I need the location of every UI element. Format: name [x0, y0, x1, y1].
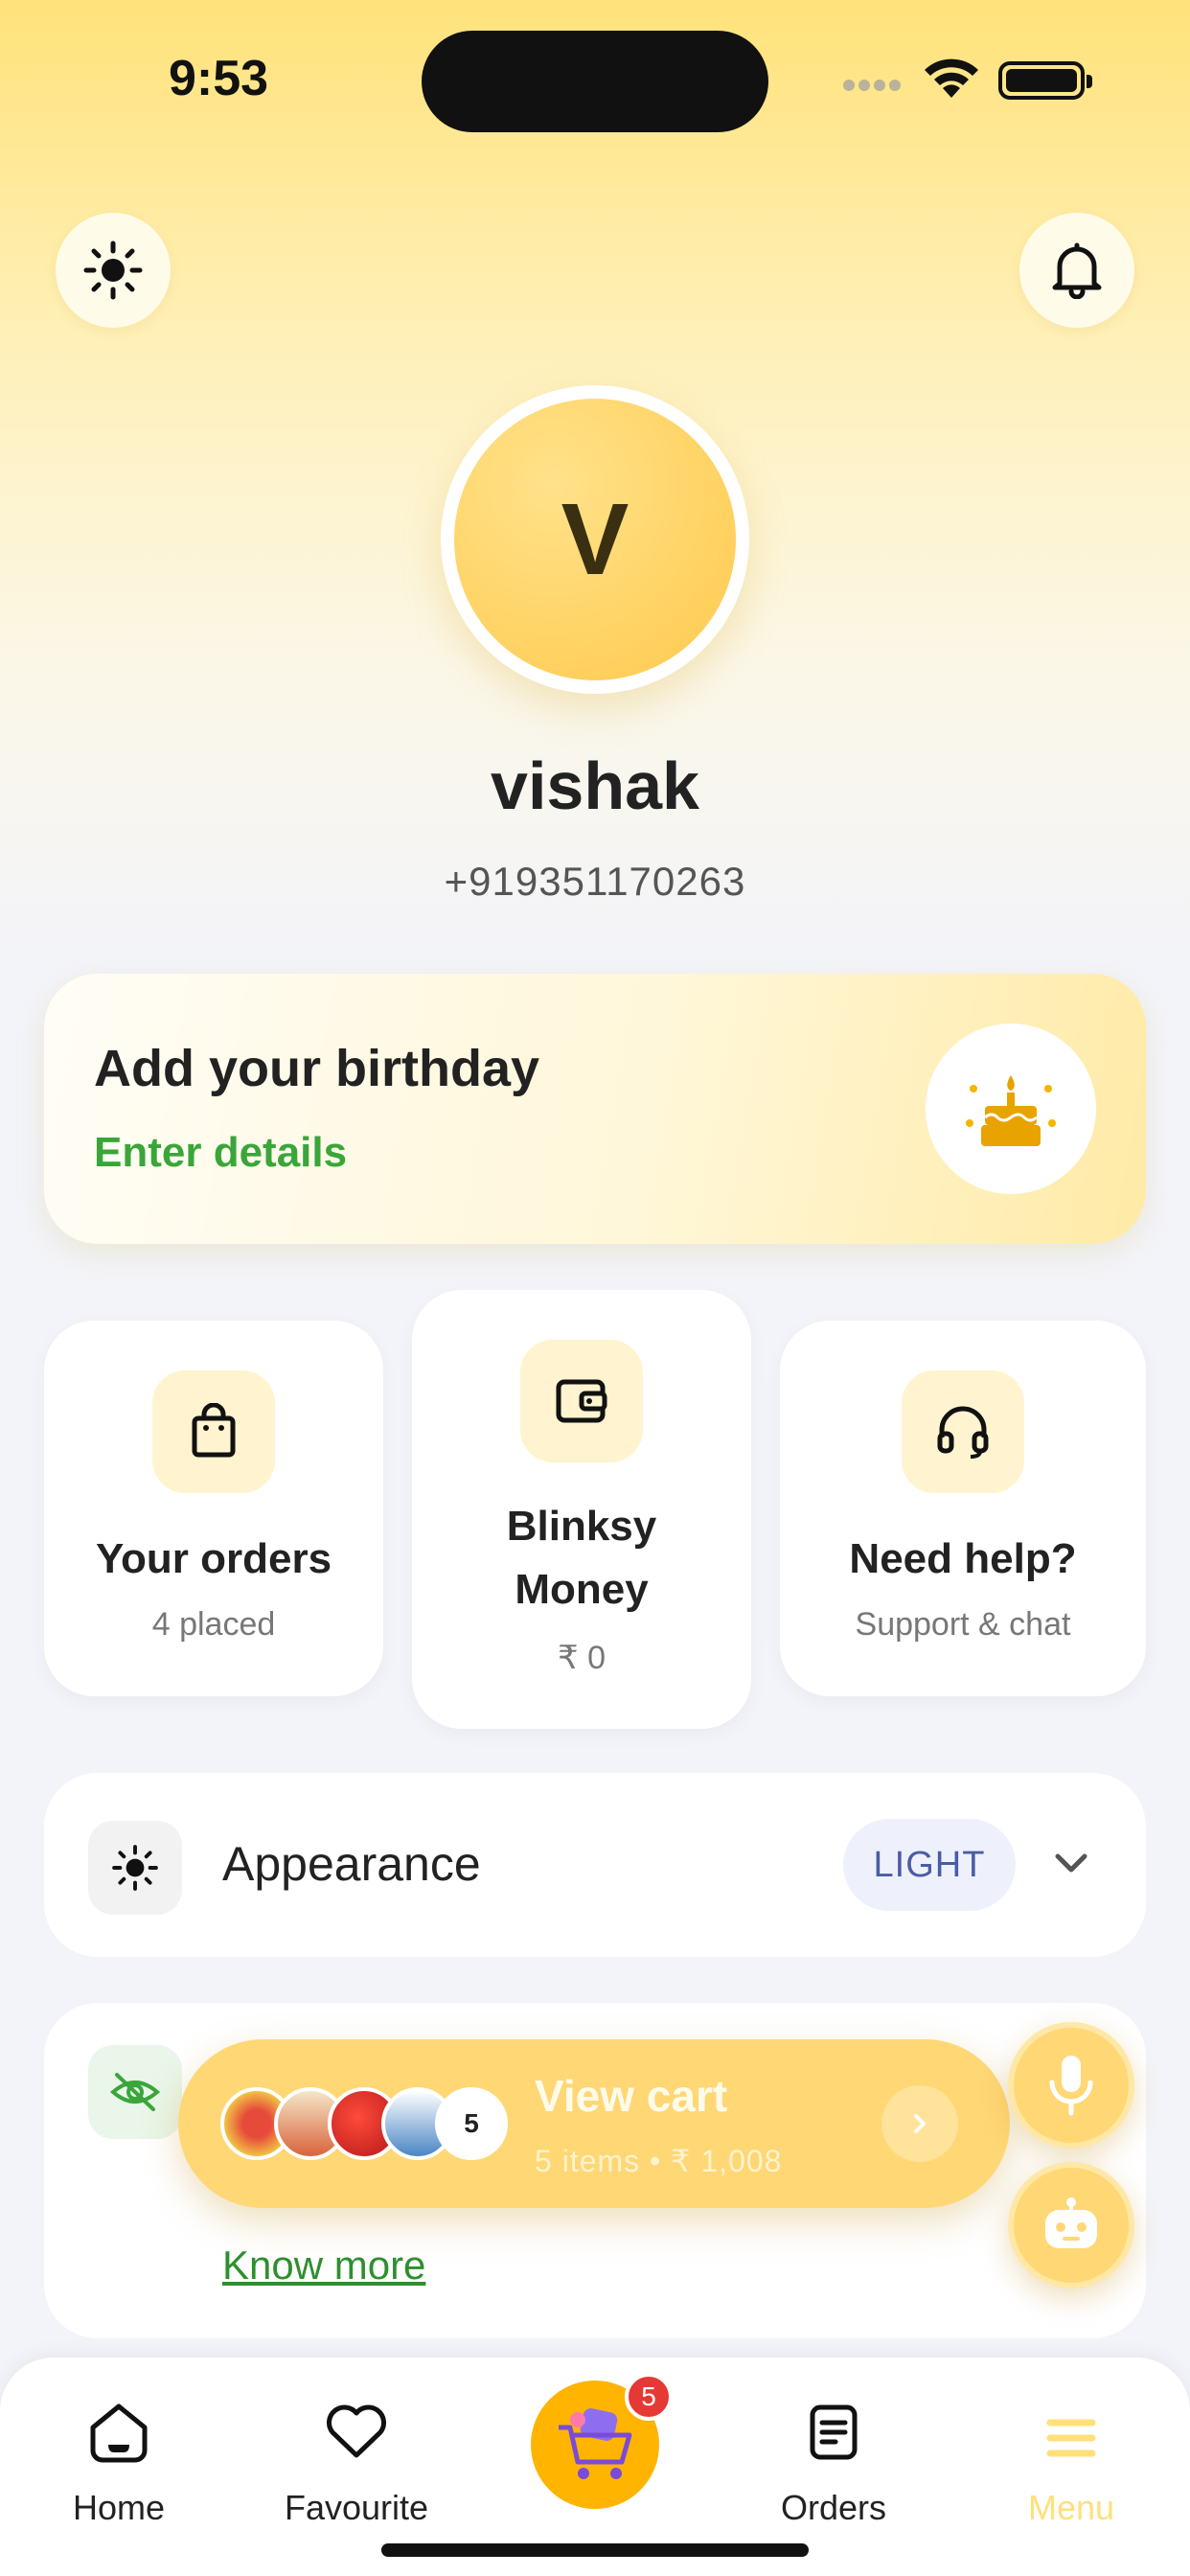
cart-summary: 5 items • ₹ 1,008	[535, 2144, 783, 2178]
nav-label: Favourite	[284, 2488, 429, 2527]
heart-icon	[270, 2394, 443, 2471]
nav-favourite[interactable]: Favourite	[270, 2394, 443, 2528]
cake-icon	[926, 1024, 1096, 1194]
view-cart-bar[interactable]: 5 View cart 5 items • ₹ 1,008	[178, 2039, 1010, 2208]
nav-label: Menu	[1027, 2488, 1115, 2527]
voice-search-button[interactable]	[1008, 2022, 1134, 2149]
menu-icon	[985, 2400, 1157, 2476]
shopping-cart-icon	[559, 2408, 632, 2479]
dynamic-island	[422, 31, 768, 132]
receipt-icon	[747, 2394, 920, 2471]
signal-icon	[843, 79, 906, 94]
chevron-down-icon[interactable]	[1048, 1840, 1094, 1891]
status-time: 9:53	[169, 51, 269, 106]
birthday-title: Add your birthday	[94, 1040, 540, 1097]
assistant-bot-button[interactable]	[1008, 2162, 1134, 2288]
home-indicator	[381, 2543, 809, 2557]
appearance-row[interactable]: Appearance LIGHT	[44, 1773, 1146, 1957]
tile-subtitle: Support & chat	[855, 1606, 1071, 1643]
nav-home[interactable]: Home	[33, 2394, 205, 2528]
nav-label: Orders	[780, 2488, 887, 2527]
bell-icon	[1052, 242, 1102, 299]
view-cart-title: View cart	[535, 2071, 728, 2121]
nav-menu[interactable]: Menu	[985, 2400, 1157, 2528]
know-more-link[interactable]: Know more	[222, 2242, 425, 2288]
notifications-button[interactable]	[1019, 213, 1134, 328]
user-name: vishak	[491, 748, 699, 823]
tile-title: Your orders	[95, 1535, 332, 1582]
nav-label: Home	[72, 2488, 166, 2527]
nav-orders[interactable]: Orders	[747, 2394, 920, 2528]
enter-details-link[interactable]: Enter details	[94, 1129, 347, 1177]
home-icon	[33, 2394, 205, 2471]
wifi-icon	[922, 56, 981, 106]
tile-title: Need help?	[849, 1535, 1077, 1582]
cart-more-count: 5	[435, 2087, 508, 2160]
tile-title-line1: Blinksy	[506, 1503, 657, 1550]
sun-icon	[88, 1821, 182, 1915]
sun-icon	[83, 241, 143, 300]
robot-icon	[1045, 2197, 1097, 2248]
appearance-value-badge[interactable]: LIGHT	[843, 1819, 1016, 1911]
avatar[interactable]: V	[454, 399, 736, 680]
tile-title-line2: Money	[515, 1566, 649, 1613]
your-orders-tile[interactable]: Your orders 4 placed	[44, 1321, 383, 1696]
tile-subtitle: ₹ 0	[558, 1640, 606, 1676]
chevron-right-icon[interactable]	[881, 2085, 958, 2162]
microphone-icon	[1049, 2056, 1093, 2116]
wallet-icon	[520, 1340, 643, 1462]
birthday-card[interactable]: Add your birthday Enter details	[44, 974, 1146, 1244]
blinksy-money-tile[interactable]: Blinksy Money ₹ 0	[412, 1290, 751, 1729]
eye-off-icon	[88, 2045, 182, 2139]
headset-icon	[902, 1370, 1024, 1493]
tile-subtitle: 4 placed	[151, 1606, 276, 1643]
need-help-tile[interactable]: Need help? Support & chat	[780, 1321, 1146, 1696]
cart-thumbnails: 5	[220, 2087, 508, 2160]
cart-badge: 5	[625, 2373, 673, 2421]
battery-icon	[998, 61, 1092, 100]
appearance-label: Appearance	[222, 1837, 481, 1891]
user-phone: +919351170263	[444, 859, 746, 904]
theme-toggle-button[interactable]	[56, 213, 171, 328]
shopping-bag-icon	[152, 1370, 275, 1493]
